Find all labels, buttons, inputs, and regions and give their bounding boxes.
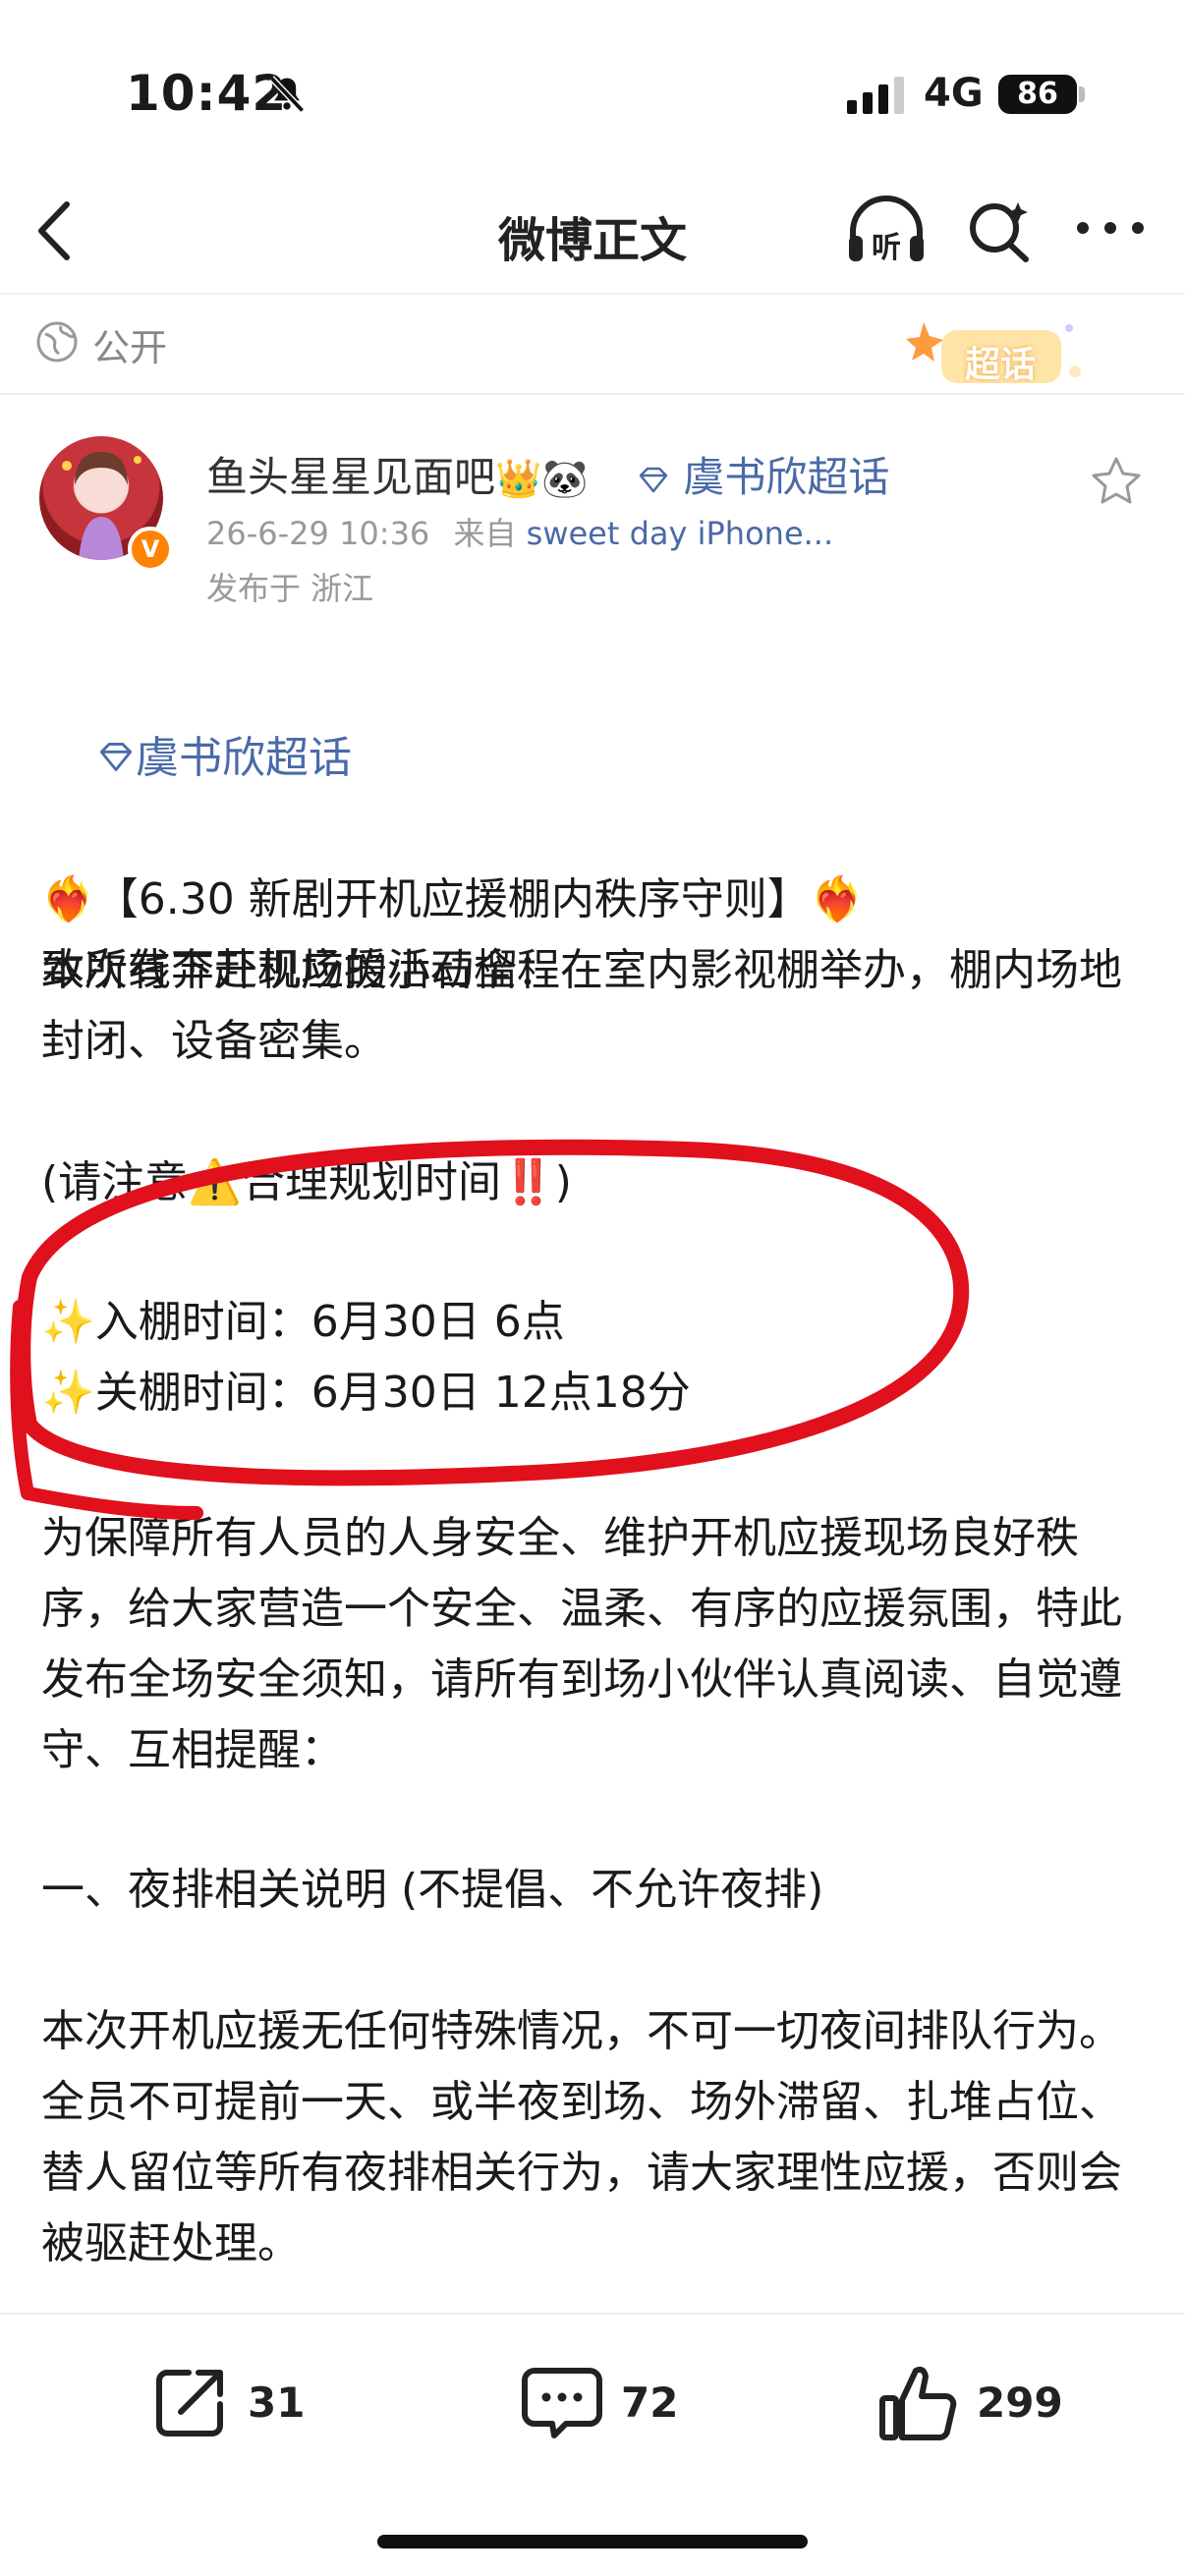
super-topic-badge[interactable]: 超话 — [902, 316, 1085, 393]
actions-divider — [0, 2313, 1185, 2315]
post-headline: ❤️‍🔥【6.30 新剧开机应援棚内秩序守则】❤️‍🔥 — [41, 874, 865, 924]
post-paragraph-2: 为保障所有人员的人身安全、维护开机应援现场良好秩序，给大家营造一个安全、温柔、有… — [41, 1513, 1122, 1775]
repost-count: 31 — [248, 2378, 306, 2427]
battery-tip — [1079, 86, 1085, 102]
post-paragraph-3: 本次开机应援无任何特殊情况，不可一切夜间排队行为。全员不可提前一天、或半夜到场、… — [41, 2006, 1122, 2268]
battery-indicator: 86 — [998, 75, 1077, 114]
star-icon[interactable] — [1089, 454, 1144, 509]
diamond-icon — [99, 742, 133, 771]
author-topic-link[interactable]: 虞书欣超话 — [637, 444, 889, 504]
post-paragraph-1: 本次线下开机应援活动全程在室内影视棚举办，棚内场地封闭、设备密集。 — [41, 945, 1122, 1066]
post-source-link[interactable]: sweet day iPhone... — [527, 515, 834, 552]
like-count: 299 — [977, 2378, 1063, 2427]
post-location: 发布于 浙江 — [206, 570, 374, 607]
signal-icon — [847, 77, 910, 114]
post-timestamp: 26-6-29 10:36 — [206, 515, 430, 552]
post-notice: (请注意⚠️合理规划时间‼️) — [41, 1157, 572, 1207]
repost-button[interactable]: 31 — [151, 2358, 305, 2446]
search-icon[interactable] — [965, 196, 1034, 265]
post-meta: 26-6-29 10:36 来自 sweet day iPhone... — [206, 509, 833, 554]
super-badge-label: 超话 — [965, 345, 1037, 385]
post-topic-tag[interactable]: 虞书欣超话 — [41, 652, 1152, 865]
comment-button[interactable]: 72 — [521, 2358, 678, 2446]
visibility-label: 公开 — [92, 326, 168, 369]
network-label: 4G — [924, 71, 984, 116]
verified-badge: V — [128, 527, 173, 572]
header-divider — [0, 393, 1185, 395]
author-emojis: 👑🐼 — [495, 457, 589, 500]
bell-muted-icon — [269, 76, 305, 113]
author-name[interactable]: 鱼头星星见面吧👑🐼 — [206, 444, 589, 504]
comment-count: 72 — [621, 2378, 679, 2427]
comment-icon — [522, 2368, 602, 2438]
like-button[interactable]: 299 — [876, 2358, 1063, 2446]
like-icon — [879, 2366, 957, 2440]
listen-icon[interactable]: 听 — [845, 193, 928, 271]
globe-icon — [36, 321, 78, 363]
source-prefix: 来自 — [453, 515, 517, 552]
diamond-icon — [639, 467, 668, 492]
post-section-title: 一、夜排相关说明 (不提倡、不允许夜排) — [41, 1865, 824, 1915]
post-close-time: ✨关棚时间：6月30日 12点18分 — [41, 1368, 691, 1418]
post-entry-time: ✨入棚时间：6月30日 6点 — [41, 1297, 565, 1347]
nav-divider — [0, 293, 1185, 295]
status-time: 10:42 — [126, 65, 288, 122]
more-icon[interactable] — [1071, 208, 1150, 248]
svg-text:听: 听 — [872, 231, 901, 265]
home-indicator[interactable] — [377, 2535, 808, 2548]
repost-icon — [156, 2370, 223, 2436]
